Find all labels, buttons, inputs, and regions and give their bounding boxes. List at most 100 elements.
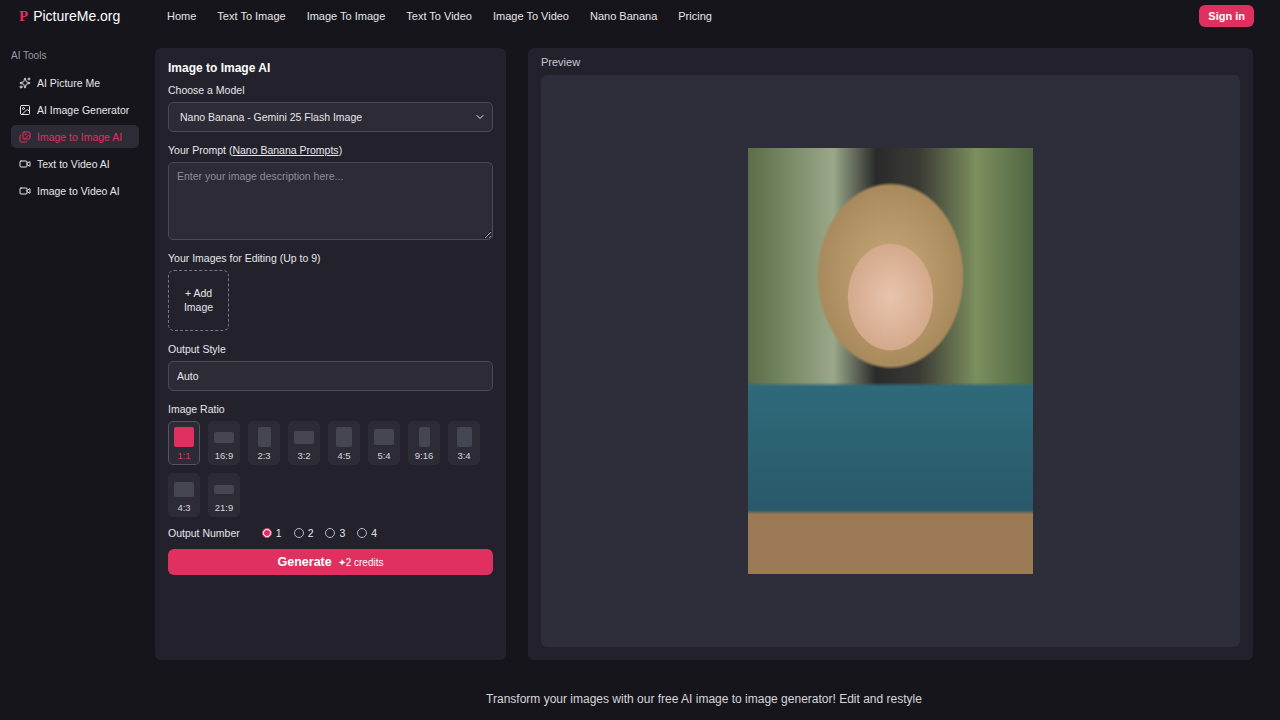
nav-link[interactable]: Nano Banana [590,10,657,22]
footer-text: Transform your images with our free AI i… [155,660,1253,706]
sidebar: AI Tools AI Picture Me AI Image Generator I… [0,32,155,720]
video-icon [19,158,31,170]
nav-link[interactable]: Image To Image [307,10,386,22]
images-label: Your Images for Editing (Up to 9) [168,252,493,264]
ratio-shape-icon [419,427,430,447]
logo[interactable]: P PictureMe.org [19,8,167,25]
ratio-label: 21:9 [215,502,234,513]
body: AI Tools AI Picture Me AI Image Generator I… [0,32,1280,720]
preview-panel: Preview [528,48,1253,660]
radio-circle [262,528,272,538]
ratio-shape-box [414,427,434,447]
output-number-row: Output Number 1234 [168,527,493,539]
model-label: Choose a Model [168,84,493,96]
style-input[interactable]: Auto [168,361,493,391]
ratio-shape-icon [258,427,271,447]
sign-in-button[interactable]: Sign in [1199,5,1254,27]
sidebar-item[interactable]: Image to Image AI [11,125,139,148]
ratio-label: 9:16 [415,450,434,461]
radio-circle [325,528,335,538]
ratio-shape-icon [294,431,314,444]
model-select[interactable]: Nano Banana - Gemini 25 Flash Image [168,102,493,132]
ratio-shape-box [214,427,234,447]
output-radio[interactable]: 4 [357,527,377,539]
ratio-shape-icon [457,427,472,447]
credits: ✦2 credits [338,557,384,568]
prompt-input[interactable] [168,162,493,240]
ratio-label: Image Ratio [168,403,493,415]
page: P PictureMe.org Home Text To Image Image To … [0,0,1280,720]
ratio-option[interactable]: 3:2 [288,421,320,465]
output-radio[interactable]: 3 [325,527,345,539]
logo-name: PictureMe.org [33,8,120,24]
sidebar-item[interactable]: AI Image Generator [11,98,139,121]
ratio-shape-icon [214,485,234,494]
ratio-shape-box [334,427,354,447]
video-icon [19,185,31,197]
style-label: Output Style [168,343,493,355]
ratio-shape-box [214,479,234,499]
ratio-shape-box [174,479,194,499]
form-panel: Image to Image AI Choose a Model Nano Bana… [155,48,506,660]
preview-label: Preview [541,56,1240,68]
ratio-option[interactable]: 2:3 [248,421,280,465]
ratio-label: 3:4 [457,450,470,461]
form-title: Image to Image AI [168,61,493,75]
ratio-option[interactable]: 9:16 [408,421,440,465]
add-image-button[interactable]: + Add Image [168,270,229,331]
ratio-option[interactable]: 4:5 [328,421,360,465]
ratio-label: 3:2 [297,450,310,461]
generate-button[interactable]: Generate✦2 credits [168,549,493,575]
preview-photo [748,148,1033,574]
sidebar-item[interactable]: Image to Video AI [11,179,139,202]
ratio-label: 2:3 [257,450,270,461]
ratio-shape-box [374,427,394,447]
ratio-shape-icon [214,432,234,443]
prompt-link[interactable]: Nano Banana Prompts [232,144,338,156]
ratio-shape-icon [174,427,194,447]
ratio-option[interactable]: 1:1 [168,421,200,465]
sidebar-heading: AI Tools [11,50,139,61]
image-icon [19,104,31,116]
radio-circle [357,528,367,538]
ratio-label: 16:9 [215,450,234,461]
ratio-label: 4:3 [177,502,190,513]
nav-link[interactable]: Text To Video [406,10,472,22]
panels: Image to Image AI Choose a Model Nano Bana… [155,48,1253,660]
ratio-shape-box [174,427,194,447]
ratio-option[interactable]: 3:4 [448,421,480,465]
chevron-down-icon [474,111,486,123]
sidebar-item[interactable]: Text to Video AI [11,152,139,175]
prompt-label: Your Prompt (Nano Banana Prompts) [168,144,493,156]
ratio-shape-box [294,427,314,447]
radio-circle [294,528,304,538]
preview-area [541,75,1240,647]
sparkles-icon [19,77,31,89]
nav-link[interactable]: Pricing [678,10,712,22]
output-radio[interactable]: 2 [294,527,314,539]
nav-link[interactable]: Home [167,10,196,22]
ratio-option[interactable]: 21:9 [208,473,240,517]
ratio-label: 5:4 [377,450,390,461]
content: Image to Image AI Choose a Model Nano Bana… [155,32,1280,720]
top-bar: P PictureMe.org Home Text To Image Image To … [0,0,1280,32]
ratio-grid: 1:1 16:9 2:3 3:2 4:5 5:4 9:16 3:4 4:3 21:9 [168,421,493,517]
images-icon [19,131,31,143]
ratio-shape-icon [174,482,194,497]
ratio-label: 4:5 [337,450,350,461]
ratio-shape-icon [374,429,394,445]
ratio-shape-box [254,427,274,447]
nav: Home Text To Image Image To Image Text To V… [167,10,1199,22]
output-radio[interactable]: 1 [262,527,282,539]
ratio-label: 1:1 [177,450,190,461]
ratio-option[interactable]: 4:3 [168,473,200,517]
ratio-shape-icon [336,427,352,447]
logo-mark: P [19,8,28,25]
nav-link[interactable]: Image To Video [493,10,569,22]
sidebar-item[interactable]: AI Picture Me [11,71,139,94]
output-label: Output Number [168,527,240,539]
nav-link[interactable]: Text To Image [217,10,285,22]
ratio-option[interactable]: 16:9 [208,421,240,465]
ratio-option[interactable]: 5:4 [368,421,400,465]
ratio-shape-box [454,427,474,447]
